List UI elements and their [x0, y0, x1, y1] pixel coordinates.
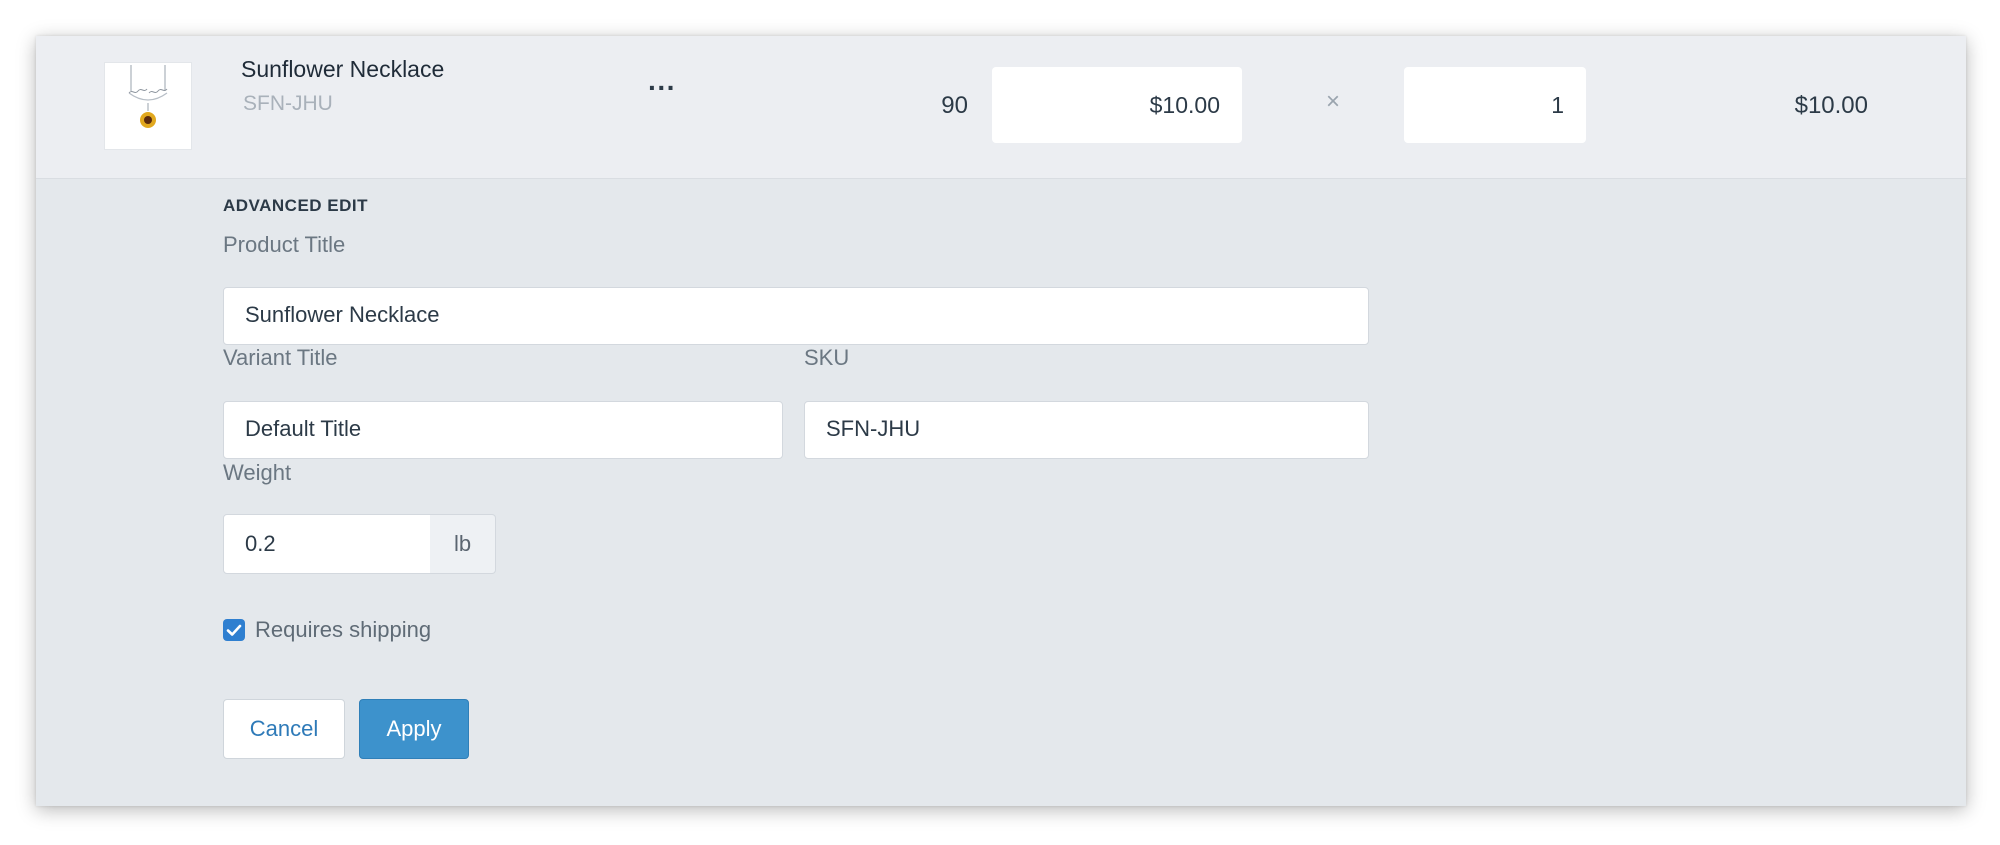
quantity-input[interactable]: 1 [1404, 67, 1586, 143]
requires-shipping-checkbox[interactable] [223, 619, 245, 641]
line-item-row: Sunflower Necklace SFN-JHU ··· 90 $10.00… [36, 36, 1966, 179]
multiply-icon: × [1326, 88, 1341, 115]
sku-input[interactable]: SFN-JHU [804, 401, 1369, 459]
line-total: $10.00 [1794, 92, 1868, 119]
weight-unit: lb [430, 514, 496, 574]
price-input[interactable]: $10.00 [992, 67, 1242, 143]
requires-shipping-label[interactable]: Requires shipping [255, 617, 431, 643]
product-sku: SFN-JHU [243, 92, 333, 115]
product-title-input[interactable]: Sunflower Necklace [223, 287, 1369, 345]
sku-label: SKU [804, 345, 850, 370]
product-thumbnail [104, 62, 192, 150]
apply-button[interactable]: Apply [359, 699, 469, 759]
product-name[interactable]: Sunflower Necklace [241, 56, 444, 83]
line-item-panel: Sunflower Necklace SFN-JHU ··· 90 $10.00… [36, 36, 1966, 806]
stock-count: 90 [941, 92, 968, 119]
weight-label: Weight [223, 460, 292, 485]
variant-title-input[interactable]: Default Title [223, 401, 783, 459]
checkmark-icon [226, 624, 242, 636]
advanced-edit-heading: ADVANCED EDIT [223, 196, 369, 215]
product-title-label: Product Title [223, 232, 346, 257]
weight-input[interactable]: 0.2 [223, 514, 431, 574]
more-horizontal-icon[interactable]: ··· [648, 74, 676, 104]
variant-title-label: Variant Title [223, 345, 338, 370]
cancel-button[interactable]: Cancel [223, 699, 345, 759]
